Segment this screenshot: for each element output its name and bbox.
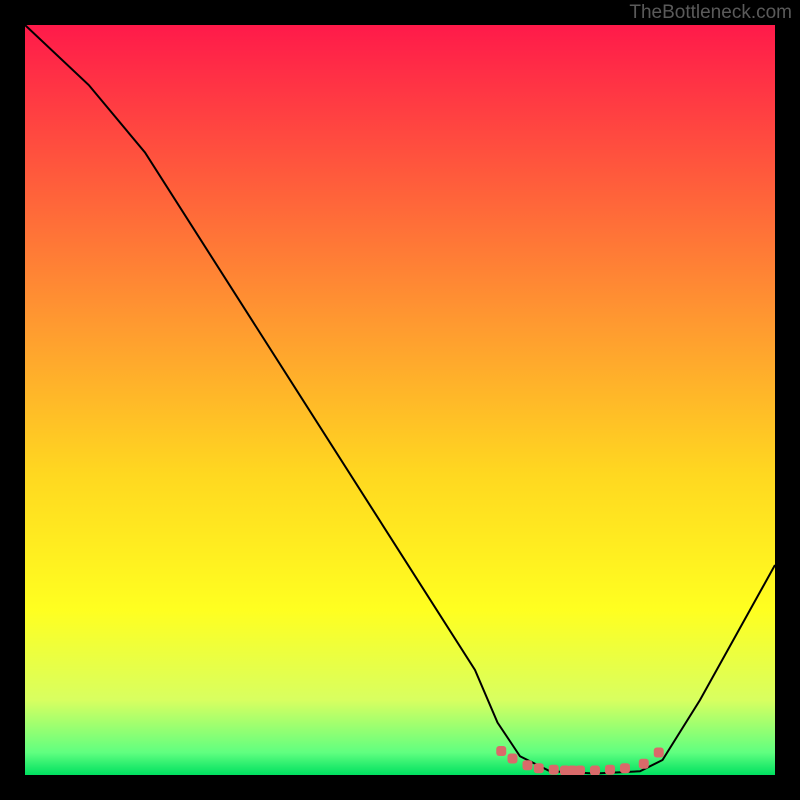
curve-layer [25, 25, 775, 775]
marker-point [508, 754, 518, 764]
marker-point [523, 760, 533, 770]
marker-point [654, 748, 664, 758]
watermark-text: TheBottleneck.com [629, 2, 792, 24]
plot-area [25, 25, 775, 775]
marker-point [620, 763, 630, 773]
marker-point [590, 766, 600, 776]
marker-point [534, 763, 544, 773]
marker-point [575, 766, 585, 776]
marker-point [496, 746, 506, 756]
bottleneck-curve [25, 25, 775, 774]
chart-container: TheBottleneck.com [0, 0, 800, 800]
marker-point [605, 765, 615, 775]
marker-point [639, 759, 649, 769]
marker-point [549, 765, 559, 775]
